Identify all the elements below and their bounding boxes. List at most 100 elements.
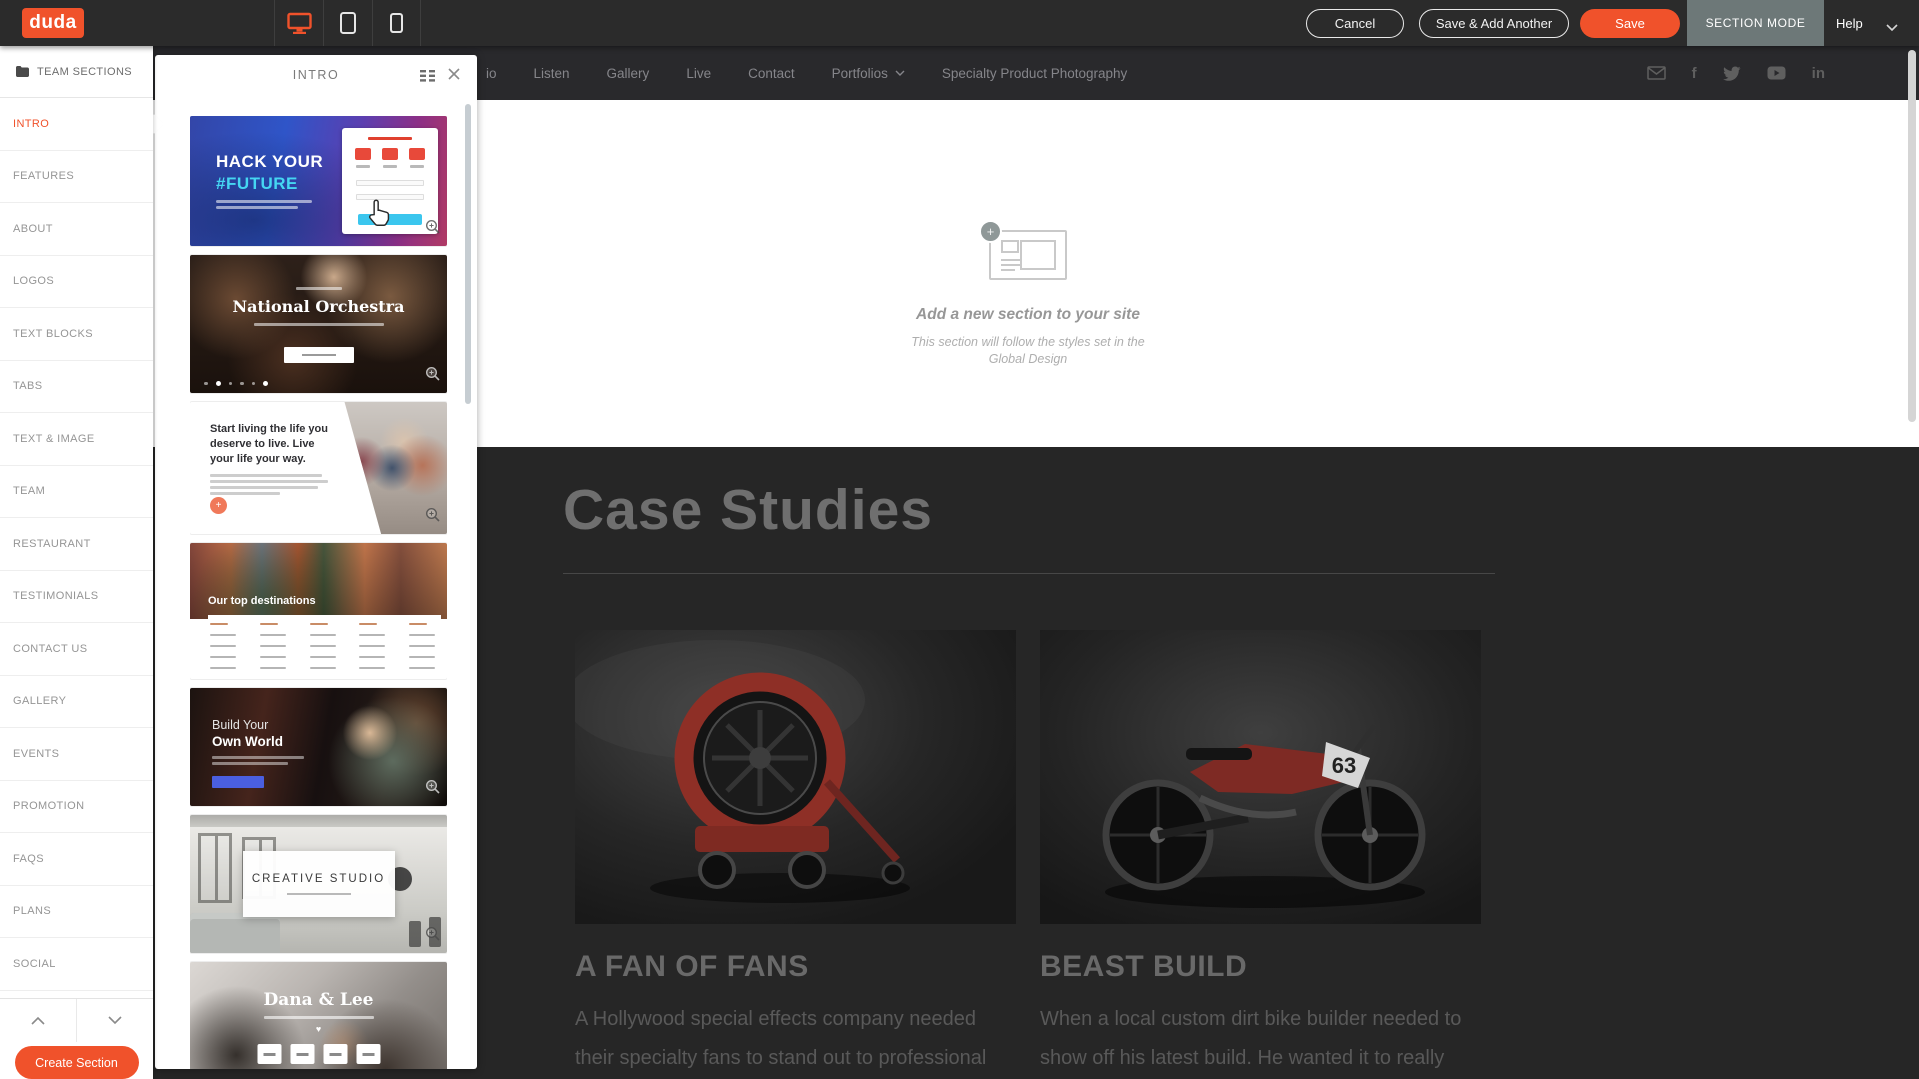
scroll-down-button[interactable] — [77, 999, 153, 1042]
thumb-subheading: Own World — [212, 734, 283, 749]
thumb-destinations-table — [208, 615, 441, 669]
sidebar-item-social[interactable]: SOCIAL — [0, 938, 153, 991]
site-nav-item[interactable]: Listen — [534, 66, 570, 81]
sections-sidebar: TEAM SECTIONS INTRO FEATURES ABOUT LOGOS… — [0, 46, 153, 1079]
mobile-icon — [390, 13, 403, 33]
zoom-preview-icon[interactable] — [425, 926, 441, 947]
thumb-signup-form — [342, 128, 438, 234]
sidebar-bottom-controls: Create Section — [0, 998, 153, 1079]
desktop-icon — [287, 12, 312, 35]
template-thumb-build-your-own-world[interactable]: Build Your Own World — [190, 688, 447, 806]
site-nav-item[interactable]: Contact — [748, 66, 795, 81]
panel-scrollbar[interactable] — [465, 104, 471, 404]
site-nav-item[interactable]: Specialty Product Photography — [942, 66, 1127, 81]
sidebar-item-plans[interactable]: PLANS — [0, 886, 153, 939]
template-thumb-start-living[interactable]: Start living the life you deserve to liv… — [190, 402, 447, 534]
folder-icon — [16, 66, 29, 77]
mobile-preview-button[interactable] — [372, 0, 421, 46]
site-nav-item-label: Portfolios — [832, 66, 888, 81]
help-chevron-down-icon[interactable] — [1886, 19, 1898, 37]
thumb-subheading: #FUTURE — [216, 174, 298, 194]
case-study-body: A Hollywood special effects company need… — [575, 1000, 1014, 1079]
tablet-preview-button[interactable] — [323, 0, 372, 46]
template-thumb-dana-and-lee[interactable]: Dana & Lee ♥ — [190, 962, 447, 1069]
youtube-icon[interactable] — [1767, 66, 1786, 80]
page-scrollbar[interactable] — [1908, 50, 1916, 422]
zoom-preview-icon[interactable] — [425, 219, 441, 240]
tablet-icon — [340, 12, 356, 34]
zoom-preview-icon[interactable] — [425, 507, 441, 528]
thumb-heading: Our top destinations — [208, 595, 316, 607]
sidebar-item-text-image[interactable]: TEXT & IMAGE — [0, 413, 153, 466]
sidebar-item-about[interactable]: ABOUT — [0, 203, 153, 256]
thumb-cta-button — [358, 214, 422, 225]
template-thumb-national-orchestra[interactable]: National Orchestra — [190, 255, 447, 393]
scroll-up-button[interactable] — [0, 999, 77, 1042]
sidebar-item-promotion[interactable]: PROMOTION — [0, 781, 153, 834]
thumb-heading: HACK YOUR — [216, 152, 323, 172]
site-nav-item[interactable]: io — [486, 66, 497, 81]
intro-templates-panel: INTRO HACK YOUR #FUTURE — [155, 55, 477, 1069]
add-section-placeholder[interactable]: + Add a new section to your site This se… — [903, 230, 1153, 368]
device-preview-switcher — [274, 0, 421, 46]
sidebar-item-team[interactable]: TEAM — [0, 466, 153, 519]
zoom-preview-icon[interactable] — [425, 779, 441, 800]
template-thumb-hack-your-future[interactable]: HACK YOUR #FUTURE — [190, 116, 447, 246]
sidebar-item-text-blocks[interactable]: TEXT BLOCKS — [0, 308, 153, 361]
sidebar-item-logos[interactable]: LOGOS — [0, 256, 153, 309]
save-button[interactable]: Save — [1580, 9, 1680, 38]
duda-logo[interactable]: duda — [22, 8, 84, 38]
site-nav-item-portfolios[interactable]: Portfolios — [832, 66, 905, 81]
thumb-heading: Start living the life you deserve to liv… — [210, 422, 332, 467]
template-thumb-creative-studio[interactable]: CREATIVE STUDIO — [190, 815, 447, 953]
site-nav-item[interactable]: Gallery — [607, 66, 650, 81]
chevron-up-icon — [31, 1016, 45, 1025]
cancel-button[interactable]: Cancel — [1306, 9, 1404, 38]
thumb-heading: National Orchestra — [190, 297, 447, 316]
sidebar-header: TEAM SECTIONS — [0, 46, 153, 98]
bike-number-plate: 63 — [1332, 753, 1356, 778]
case-study-body: When a local custom dirt bike builder ne… — [1040, 1000, 1479, 1079]
zoom-preview-icon[interactable] — [425, 366, 441, 387]
linkedin-icon[interactable]: in — [1812, 65, 1825, 82]
editor-topbar: duda Cancel Save & Add Another — [0, 0, 1919, 46]
sidebar-item-faqs[interactable]: FAQS — [0, 833, 153, 886]
thumb-heading: Dana & Lee — [190, 990, 447, 1010]
sidebar-header-label: TEAM SECTIONS — [37, 66, 132, 78]
sidebar-item-testimonials[interactable]: TESTIMONIALS — [0, 571, 153, 624]
sidebar-item-features[interactable]: FEATURES — [0, 151, 153, 204]
save-and-add-another-button[interactable]: Save & Add Another — [1419, 9, 1569, 38]
sidebar-item-contact-us[interactable]: CONTACT US — [0, 623, 153, 676]
case-study-card-fan: A FAN OF FANS A Hollywood special effect… — [575, 630, 1016, 1079]
template-thumb-our-top-destinations[interactable]: Our top destinations — [190, 543, 447, 679]
sidebar-item-restaurant[interactable]: RESTAURANT — [0, 518, 153, 571]
sidebar-item-events[interactable]: EVENTS — [0, 728, 153, 781]
grid-view-icon[interactable] — [420, 69, 435, 87]
add-section-plus-icon[interactable]: + — [979, 220, 1002, 243]
case-study-title: A FAN OF FANS — [575, 950, 1016, 984]
chevron-down-icon — [108, 1016, 122, 1025]
site-nav-item[interactable]: Live — [686, 66, 711, 81]
red-industrial-fan-image — [575, 630, 1016, 924]
facebook-icon[interactable]: f — [1692, 65, 1697, 82]
placeholder-title: Add a new section to your site — [903, 306, 1153, 324]
thumb-cta-button — [212, 776, 264, 788]
help-menu[interactable]: Help — [1836, 0, 1863, 46]
sidebar-item-gallery[interactable]: GALLERY — [0, 676, 153, 729]
heading-divider — [563, 573, 1495, 574]
thumb-cta-button: + — [210, 497, 227, 514]
case-study-title: BEAST BUILD — [1040, 950, 1481, 984]
twitter-icon[interactable] — [1723, 66, 1741, 81]
chevron-down-icon — [895, 70, 905, 76]
thumb-title-card: CREATIVE STUDIO — [243, 851, 395, 917]
close-icon[interactable] — [447, 67, 461, 86]
desktop-preview-button[interactable] — [274, 0, 323, 46]
sidebar-item-tabs[interactable]: TABS — [0, 361, 153, 414]
sidebar-item-intro[interactable]: INTRO — [0, 98, 153, 151]
carousel-dots — [204, 381, 268, 386]
thumb-photo — [190, 543, 447, 619]
email-icon[interactable] — [1647, 66, 1666, 80]
site-social-icons: f in — [1647, 46, 1825, 100]
create-section-button[interactable]: Create Section — [15, 1046, 139, 1079]
template-thumbnail-list: HACK YOUR #FUTURE — [190, 116, 447, 1069]
